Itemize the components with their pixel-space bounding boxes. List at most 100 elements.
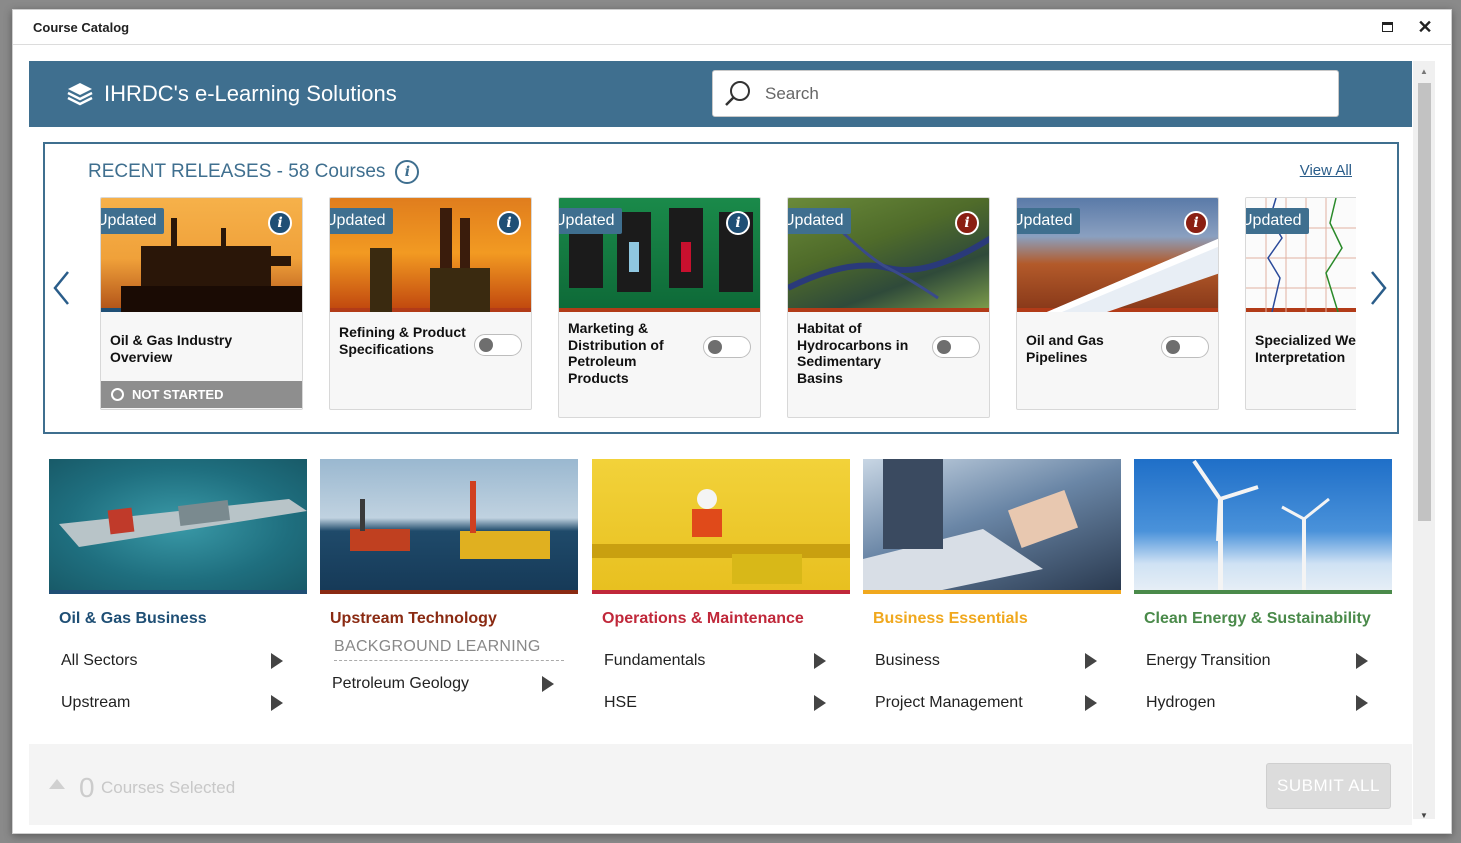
carousel-next-icon[interactable] xyxy=(1367,268,1389,308)
category-item-label: Petroleum Geology xyxy=(332,675,469,692)
category-image xyxy=(320,459,578,594)
category-title[interactable]: Operations & Maintenance xyxy=(602,610,850,628)
course-status: NOT STARTED xyxy=(101,381,302,408)
play-arrow-icon xyxy=(814,695,826,711)
category-item[interactable]: Energy Transition xyxy=(1146,640,1368,682)
category-operations-maintenance: Operations & Maintenance Fundamentals HS… xyxy=(592,459,850,724)
category-grid: Oil & Gas Business All Sectors Upstream … xyxy=(49,459,1393,739)
expand-selection-icon[interactable] xyxy=(49,779,65,789)
category-item-label: Energy Transition xyxy=(1146,652,1271,669)
course-info-icon[interactable]: i xyxy=(497,211,521,235)
category-clean-energy: Clean Energy & Sustainability Energy Tra… xyxy=(1134,459,1392,724)
updated-badge: Updated xyxy=(1017,208,1080,234)
course-image: Updated i xyxy=(788,198,989,312)
category-item-label: Fundamentals xyxy=(604,652,706,669)
category-item[interactable]: Petroleum Geology xyxy=(332,663,554,705)
select-course-toggle[interactable] xyxy=(474,334,522,356)
updated-badge: Updated xyxy=(559,208,622,234)
maximize-icon xyxy=(1381,22,1393,32)
books-logo-icon xyxy=(67,83,93,106)
category-item[interactable]: Upstream xyxy=(61,682,283,724)
updated-badge: Updated xyxy=(330,208,393,234)
category-item[interactable]: Business xyxy=(875,640,1097,682)
course-carousel: Updated i Oil & Gas Industry Overview NO… xyxy=(100,197,1356,427)
course-body: Marketing & Distribution of Petroleum Pr… xyxy=(559,312,760,408)
category-title[interactable]: Business Essentials xyxy=(873,610,1121,628)
course-card[interactable]: Updated i Habitat of Hydrocarbons in Sed… xyxy=(787,197,990,418)
close-icon: ✕ xyxy=(1417,17,1433,37)
course-title: Specialized Well Log Interpretation xyxy=(1255,332,1356,365)
scroll-down-icon[interactable]: ▼ xyxy=(1413,807,1435,823)
course-info-icon[interactable]: i xyxy=(955,211,979,235)
recent-releases-label: RECENT RELEASES - 58 Courses xyxy=(88,161,386,182)
course-image: Updated i xyxy=(101,198,302,312)
course-body: Refining & Product Specifications xyxy=(330,312,531,408)
course-card[interactable]: Updated i Marketing & Distribution of Pe… xyxy=(558,197,761,418)
play-arrow-icon xyxy=(271,695,283,711)
status-label: NOT STARTED xyxy=(132,387,224,402)
maximize-button[interactable] xyxy=(1377,17,1397,37)
carousel-prev-icon[interactable] xyxy=(51,268,73,308)
category-title[interactable]: Oil & Gas Business xyxy=(59,610,307,628)
category-image xyxy=(592,459,850,594)
category-item[interactable]: Hydrogen xyxy=(1146,682,1368,724)
course-card[interactable]: Updated Specialized Well Log Interpretat… xyxy=(1245,197,1356,410)
course-title: Refining & Product Specifications xyxy=(339,324,466,357)
search-input[interactable] xyxy=(765,73,1338,114)
category-item[interactable]: All Sectors xyxy=(61,640,283,682)
category-oil-gas-business: Oil & Gas Business All Sectors Upstream xyxy=(49,459,307,724)
category-title[interactable]: Clean Energy & Sustainability xyxy=(1144,610,1392,628)
selection-footer: 0 Courses Selected SUBMIT ALL xyxy=(29,744,1412,825)
title-bar: Course Catalog ✕ xyxy=(13,10,1451,45)
course-card[interactable]: Updated i Oil and Gas Pipelines xyxy=(1016,197,1219,410)
category-image xyxy=(49,459,307,594)
updated-badge: Updated xyxy=(101,208,164,234)
course-title: Oil & Gas Industry Overview xyxy=(110,332,233,365)
vertical-scrollbar[interactable]: ▲ ▼ xyxy=(1413,61,1435,820)
course-card[interactable]: Updated i Oil & Gas Industry Overview NO… xyxy=(100,197,303,410)
updated-badge: Updated xyxy=(788,208,851,234)
recent-releases-panel: RECENT RELEASES - 58 Courses i View All xyxy=(43,142,1399,434)
category-item[interactable]: HSE xyxy=(604,682,826,724)
info-icon[interactable]: i xyxy=(395,160,420,184)
course-title: Oil and Gas Pipelines xyxy=(1026,332,1104,365)
catalog-content: IHRDC's e-Learning Solutions RECENT RELE… xyxy=(29,61,1412,833)
select-course-toggle[interactable] xyxy=(932,336,980,358)
course-body: Oil & Gas Industry Overview NOT STARTED xyxy=(101,312,302,408)
category-item-label: Project Management xyxy=(875,694,1023,711)
course-info-icon[interactable]: i xyxy=(1184,211,1208,235)
select-course-toggle[interactable] xyxy=(1161,336,1209,358)
play-arrow-icon xyxy=(814,653,826,669)
course-info-icon[interactable]: i xyxy=(268,211,292,235)
course-body: Habitat of Hydrocarbons in Sedimentary B… xyxy=(788,312,989,408)
category-item[interactable]: Project Management xyxy=(875,682,1097,724)
play-arrow-icon xyxy=(1356,653,1368,669)
select-course-toggle[interactable] xyxy=(703,336,751,358)
category-item-label: All Sectors xyxy=(61,652,138,669)
selected-count: 0 xyxy=(79,772,95,803)
submit-all-button[interactable]: SUBMIT ALL xyxy=(1266,763,1391,809)
view-all-link[interactable]: View All xyxy=(1300,162,1352,179)
course-card[interactable]: Updated i Refining & Product Specificati… xyxy=(329,197,532,410)
selected-label: Courses Selected xyxy=(101,778,236,797)
course-image: Updated xyxy=(1246,198,1356,312)
scroll-up-icon[interactable]: ▲ xyxy=(1413,63,1435,79)
updated-badge: Updated xyxy=(1246,208,1309,234)
course-body: Oil and Gas Pipelines xyxy=(1017,312,1218,408)
close-button[interactable]: ✕ xyxy=(1415,17,1435,37)
category-item[interactable]: Fundamentals xyxy=(604,640,826,682)
course-info-icon[interactable]: i xyxy=(726,211,750,235)
category-title[interactable]: Upstream Technology xyxy=(330,610,578,628)
category-business-essentials: Business Essentials Business Project Man… xyxy=(863,459,1121,724)
search-box[interactable] xyxy=(712,70,1339,117)
play-arrow-icon xyxy=(542,676,554,692)
play-arrow-icon xyxy=(1085,695,1097,711)
category-item-label: Business xyxy=(875,652,940,669)
course-image: Updated i xyxy=(559,198,760,312)
search-icon xyxy=(725,80,750,106)
scroll-thumb[interactable] xyxy=(1418,83,1431,521)
category-image xyxy=(863,459,1121,594)
brand-title: IHRDC's e-Learning Solutions xyxy=(104,81,397,106)
status-circle-icon xyxy=(111,388,124,401)
course-image: Updated i xyxy=(1017,198,1218,312)
